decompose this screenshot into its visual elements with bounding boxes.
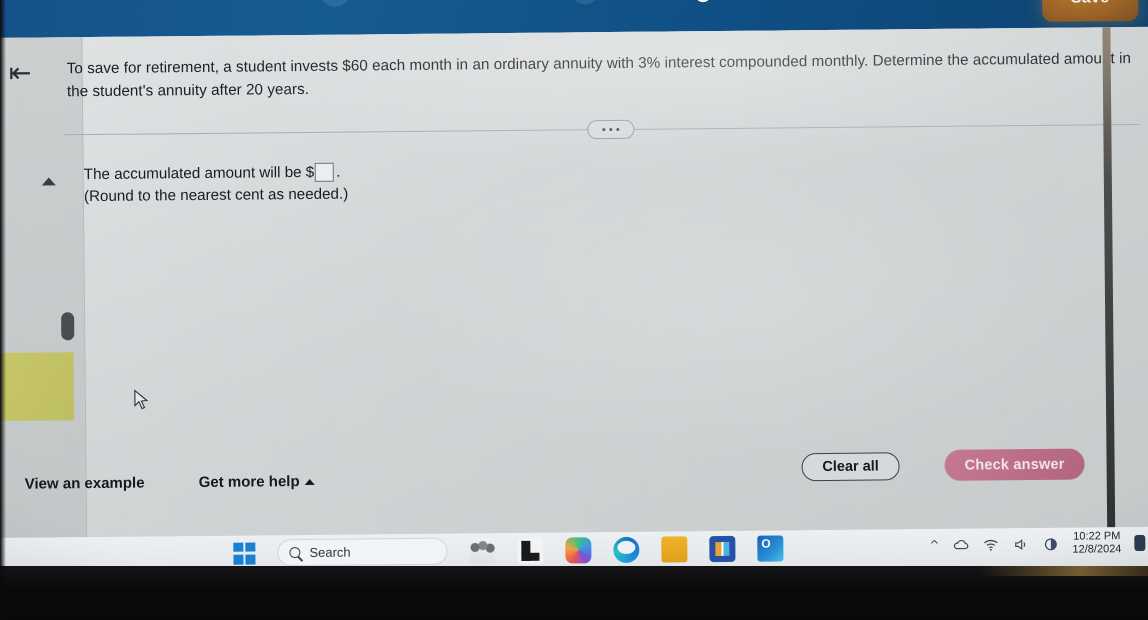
rounding-hint: (Round to the nearest cent as needed.): [83, 185, 349, 206]
file-explorer-icon[interactable]: [661, 535, 688, 563]
people-icon[interactable]: [469, 537, 496, 564]
search-icon: [289, 547, 301, 559]
speaker-icon[interactable]: [1012, 536, 1029, 553]
monitor-bezel: [0, 566, 1148, 620]
points-indicator: Points: 0 of 1: [694, 0, 816, 2]
clear-all-button[interactable]: Clear all: [801, 452, 900, 482]
mouse-cursor: [134, 389, 150, 410]
highlight-tab: [0, 352, 75, 422]
system-tray: ^ 10:22 PM 12/8/2024: [929, 530, 1146, 558]
battery-icon[interactable]: [1042, 535, 1059, 552]
bezel-left-edge: [0, 0, 6, 620]
onedrive-icon[interactable]: [952, 536, 969, 553]
copilot-icon[interactable]: [565, 536, 592, 564]
save-button[interactable]: Save: [1041, 0, 1139, 22]
microsoft-store-icon[interactable]: [709, 535, 736, 562]
taskbar-clock[interactable]: 10:22 PM 12/8/2024: [1072, 530, 1121, 556]
check-answer-button[interactable]: Check answer: [944, 448, 1085, 481]
wifi-icon[interactable]: [982, 536, 999, 553]
answer-prompt: The accumulated amount will be $ .: [83, 162, 341, 184]
content-divider: [63, 115, 1140, 145]
caret-up-icon: [304, 478, 315, 485]
clock-date: 12/8/2024: [1072, 543, 1122, 556]
answer-prompt-suffix: .: [336, 163, 341, 181]
left-rail: ⇤: [0, 37, 101, 538]
answer-prompt-prefix: The accumulated amount will be $: [83, 163, 315, 184]
back-to-start-arrow-icon[interactable]: ⇤: [9, 57, 49, 89]
chevron-up-icon[interactable]: ^: [929, 538, 939, 552]
points-value: 0 of 1: [778, 0, 816, 1]
view-an-example-link[interactable]: View an example: [25, 475, 145, 493]
get-more-help-button[interactable]: Get more help: [199, 473, 315, 491]
next-question-button[interactable]: ›: [569, 0, 601, 5]
outlook-icon[interactable]: [757, 534, 784, 562]
ellipsis-icon[interactable]: [587, 119, 635, 140]
bezel-light-reflection: [980, 566, 1148, 576]
computer-screen: ‹ Question 23, 10.3.17 › Points: 0 of 1 …: [0, 0, 1148, 584]
question-text: To save for retirement, a student invest…: [66, 50, 1132, 101]
answer-input[interactable]: [315, 162, 335, 182]
question-content: To save for retirement, a student invest…: [25, 27, 1140, 538]
previous-question-button[interactable]: ‹: [319, 0, 351, 7]
search-label: Search: [309, 544, 351, 560]
clock-time: 10:22 PM: [1073, 530, 1121, 543]
scroll-thumb[interactable]: [61, 312, 75, 341]
page-body: ⇤ To save for retirement, a student inve…: [0, 26, 1148, 538]
screen-photo: ‹ Question 23, 10.3.17 › Points: 0 of 1 …: [0, 0, 1148, 620]
points-label: Points:: [719, 0, 770, 2]
windows-logo-icon[interactable]: [233, 541, 256, 565]
get-more-help-label: Get more help: [198, 473, 300, 492]
bell-icon[interactable]: [1134, 534, 1146, 552]
edge-icon[interactable]: [613, 536, 640, 563]
search-input[interactable]: Search: [277, 537, 448, 567]
task-view-icon[interactable]: [517, 537, 544, 564]
empty-circle-icon: [694, 0, 712, 2]
triangle-up-icon[interactable]: [41, 177, 56, 186]
